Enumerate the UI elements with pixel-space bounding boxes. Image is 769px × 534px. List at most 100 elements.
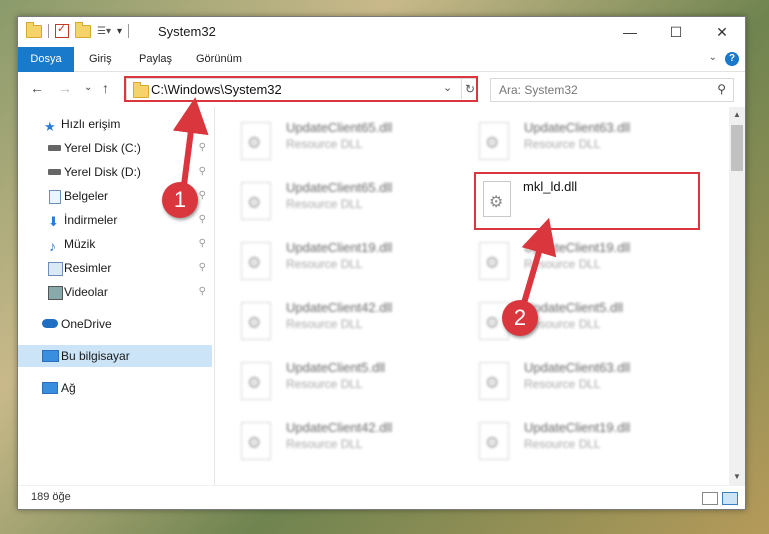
properties-icon[interactable] xyxy=(55,22,69,38)
file-description: Resource DLL xyxy=(286,377,363,391)
sidebar-item-network[interactable]: Ağ xyxy=(18,377,212,399)
file-description: Resource DLL xyxy=(286,137,363,151)
sidebar-item-label: Müzik xyxy=(64,237,96,251)
folder-icon xyxy=(26,21,42,38)
step-badge-1: 1 xyxy=(162,182,198,218)
navigation-pane: ★ Hızlı erişim Yerel Disk (C:) ⚲ Yerel D… xyxy=(18,107,214,485)
file-name: UpdateClient42.dll xyxy=(286,420,393,435)
maximize-button[interactable]: ☐ xyxy=(653,17,699,47)
address-row: ← → ⌄ ↑ C:\Windows\System32 ⌄ ↻ Ara: Sys… xyxy=(18,72,745,106)
title-bar: ☰▾ ▾ System32 — ☐ ✕ xyxy=(18,17,745,47)
file-name: UpdateClient65.dll xyxy=(286,120,393,135)
scroll-thumb[interactable] xyxy=(731,125,743,171)
file-description: Resource DLL xyxy=(524,437,601,451)
file-item[interactable]: UpdateClient42.dll Resource DLL xyxy=(215,415,445,471)
file-item[interactable]: UpdateClient65.dll Resource DLL xyxy=(215,115,445,171)
pictures-icon xyxy=(48,262,63,276)
sidebar-item-videos[interactable]: Videolar ⚲ xyxy=(18,281,212,303)
large-icons-view-icon[interactable] xyxy=(722,492,738,505)
file-description: Resource DLL xyxy=(524,137,601,151)
vertical-scrollbar[interactable]: ▲ ▼ xyxy=(729,107,745,485)
recent-locations-button[interactable]: ⌄ xyxy=(84,82,92,93)
music-icon: ♪ xyxy=(49,238,56,254)
back-button[interactable]: ← xyxy=(30,80,44,96)
file-list: UpdateClient65.dll Resource DLL UpdateCl… xyxy=(215,107,728,485)
tab-home[interactable]: Giriş xyxy=(89,47,112,71)
quick-access-toolbar: ☰▾ ▾ xyxy=(26,21,130,38)
file-item[interactable]: UpdateClient19.dll Resource DLL xyxy=(453,235,683,291)
sidebar-item-music[interactable]: ♪ Müzik ⚲ xyxy=(18,233,212,255)
file-item[interactable]: UpdateClient42.dll Resource DLL xyxy=(215,295,445,351)
tab-share[interactable]: Paylaş xyxy=(139,47,172,71)
help-icon[interactable]: ? xyxy=(725,52,739,66)
file-name: UpdateClient63.dll xyxy=(524,120,631,135)
explorer-window: ☰▾ ▾ System32 — ☐ ✕ Dosya Giriş Paylaş G… xyxy=(17,16,746,510)
search-icon[interactable]: ⚲ xyxy=(717,82,726,96)
chevron-down-icon[interactable]: ▾ xyxy=(117,26,122,37)
pin-icon: ⚲ xyxy=(198,262,206,273)
cloud-icon xyxy=(42,319,58,328)
file-item[interactable]: UpdateClient63.dll Resource DLL xyxy=(453,115,683,171)
pin-icon: ⚲ xyxy=(198,238,206,249)
item-count: 189 öğe xyxy=(31,491,71,503)
sidebar-item-label: Ağ xyxy=(61,381,76,395)
network-icon xyxy=(42,382,58,394)
sidebar-item-label: Resimler xyxy=(64,261,112,275)
ribbon-tabs: Dosya Giriş Paylaş Görünüm ⌄ ? xyxy=(18,47,745,103)
sidebar-item-label: Yerel Disk (C:) xyxy=(64,141,141,155)
divider xyxy=(48,24,49,38)
sidebar-item-label: Hızlı erişim xyxy=(61,117,121,131)
file-description: Resource DLL xyxy=(286,197,363,211)
file-item[interactable]: UpdateClient5.dll Resource DLL xyxy=(215,355,445,411)
file-name: UpdateClient19.dll xyxy=(524,420,631,435)
pin-icon: ⚲ xyxy=(198,214,206,225)
up-button[interactable]: ↑ xyxy=(102,80,109,96)
file-item[interactable]: UpdateClient63.dll Resource DLL xyxy=(453,355,683,411)
sidebar-item-label: Bu bilgisayar xyxy=(61,349,130,363)
search-input[interactable]: Ara: System32 ⚲ xyxy=(490,78,734,102)
drive-icon xyxy=(48,145,61,151)
pin-icon: ⚲ xyxy=(198,166,206,177)
pin-icon: ⚲ xyxy=(198,142,206,153)
file-item[interactable]: UpdateClient19.dll Resource DLL xyxy=(453,415,683,471)
file-name: UpdateClient42.dll xyxy=(286,300,393,315)
sidebar-item-label: Belgeler xyxy=(64,189,109,203)
sidebar-item-disk-c[interactable]: Yerel Disk (C:) ⚲ xyxy=(18,137,212,159)
dll-file-icon xyxy=(241,242,271,280)
pin-icon: ⚲ xyxy=(198,286,206,297)
dll-file-icon xyxy=(479,242,509,280)
file-description: Resource DLL xyxy=(286,317,363,331)
new-folder-icon[interactable] xyxy=(75,21,91,38)
download-icon: ⬇ xyxy=(48,214,59,229)
file-name: UpdateClient5.dll xyxy=(286,360,386,375)
scroll-up-icon[interactable]: ▲ xyxy=(729,107,745,123)
scroll-down-icon[interactable]: ▼ xyxy=(729,469,745,485)
sidebar-item-this-pc[interactable]: Bu bilgisayar xyxy=(18,345,212,367)
file-description: Resource DLL xyxy=(286,257,363,271)
file-item[interactable]: UpdateClient65.dll Resource DLL xyxy=(215,175,445,231)
tab-view[interactable]: Görünüm xyxy=(196,47,242,71)
dll-file-icon xyxy=(241,422,271,460)
sidebar-item-disk-d[interactable]: Yerel Disk (D:) ⚲ xyxy=(18,161,212,183)
dll-file-icon xyxy=(479,422,509,460)
sidebar-item-pictures[interactable]: Resimler ⚲ xyxy=(18,257,212,279)
computer-icon xyxy=(42,350,59,362)
ribbon-expand-icon[interactable]: ⌄ xyxy=(709,52,717,63)
sidebar-item-quick-access[interactable]: ★ Hızlı erişim xyxy=(18,113,212,135)
pin-icon: ⚲ xyxy=(198,190,206,201)
sidebar-item-label: Videolar xyxy=(64,285,108,299)
details-view-icon[interactable] xyxy=(702,492,718,505)
minimize-button[interactable]: — xyxy=(607,17,653,47)
customize-toolbar-icon[interactable]: ☰▾ xyxy=(97,26,111,37)
dll-file-icon xyxy=(241,302,271,340)
step-badge-2: 2 xyxy=(502,300,538,336)
file-item[interactable]: UpdateClient5.dll Resource DLL xyxy=(453,295,683,351)
file-item[interactable]: UpdateClient19.dll Resource DLL xyxy=(215,235,445,291)
drive-icon xyxy=(48,169,61,175)
sidebar-item-label: Yerel Disk (D:) xyxy=(64,165,141,179)
close-button[interactable]: ✕ xyxy=(699,17,745,47)
forward-button[interactable]: → xyxy=(58,80,72,96)
window-title: System32 xyxy=(158,24,216,39)
sidebar-item-onedrive[interactable]: OneDrive xyxy=(18,313,212,335)
address-highlight-box xyxy=(124,76,478,102)
